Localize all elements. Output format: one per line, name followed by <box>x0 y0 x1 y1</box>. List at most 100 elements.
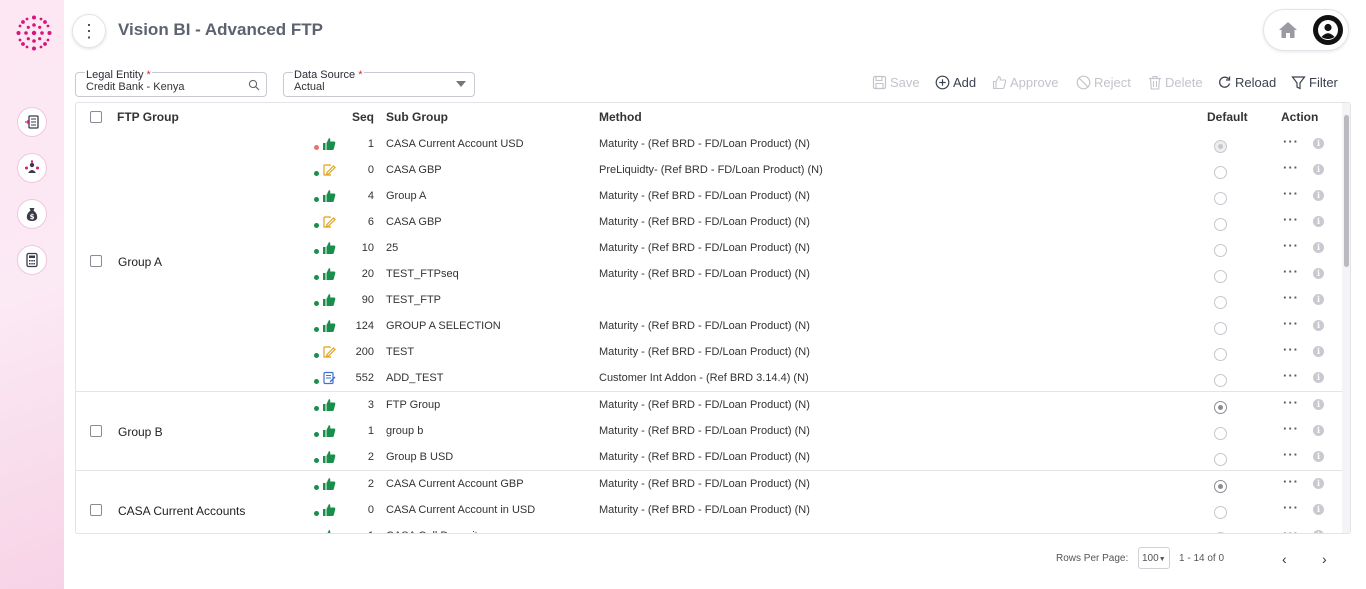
more-actions-icon[interactable]: ··· <box>1283 526 1299 533</box>
data-source-select[interactable]: Data Source * Actual <box>283 69 475 97</box>
info-icon[interactable]: i <box>1313 320 1324 331</box>
seq-cell: 124 <box>355 320 374 332</box>
table-row[interactable]: 6 CASA GBP Maturity - (Ref BRD - FD/Loan P… <box>76 209 1342 235</box>
prev-page-button[interactable]: ‹ <box>1282 551 1287 567</box>
table-row[interactable]: 90 TEST_FTP ··· i <box>76 287 1342 313</box>
more-actions-icon[interactable]: ··· <box>1283 290 1299 305</box>
reload-button[interactable]: Reload <box>1217 73 1276 91</box>
default-radio[interactable] <box>1214 348 1227 361</box>
table-row[interactable]: 552 ADD_TEST Customer Int Addon - (Ref BRD… <box>76 365 1342 391</box>
menu-button[interactable]: ⋮ <box>72 14 106 48</box>
column-method[interactable]: Method <box>599 110 642 124</box>
ftp-group-table: FTP Group Seq Sub Group Method Default A… <box>75 102 1351 534</box>
info-icon[interactable]: i <box>1313 530 1324 533</box>
table-row[interactable]: 1 group b Maturity - (Ref BRD - FD/Loan Pr… <box>76 418 1342 444</box>
add-button[interactable]: Add <box>935 73 976 91</box>
default-radio[interactable] <box>1214 480 1227 493</box>
info-icon[interactable]: i <box>1313 294 1324 305</box>
save-button[interactable]: Save <box>872 73 920 91</box>
table-row[interactable]: 10 25 Maturity - (Ref BRD - FD/Loan Produc… <box>76 235 1342 261</box>
default-radio[interactable] <box>1214 532 1227 533</box>
sidebar-item-network[interactable] <box>17 153 47 183</box>
column-sub-group[interactable]: Sub Group <box>386 110 448 124</box>
search-icon[interactable] <box>248 79 260 91</box>
seq-cell: 4 <box>367 190 374 202</box>
default-radio[interactable] <box>1214 506 1227 519</box>
table-row[interactable]: 3 FTP Group Maturity - (Ref BRD - FD/Loan … <box>76 392 1342 418</box>
default-radio[interactable] <box>1214 453 1227 466</box>
default-radio[interactable] <box>1214 296 1227 309</box>
reject-button[interactable]: Reject <box>1076 73 1131 91</box>
table-row[interactable]: 0 CASA GBP PreLiquidty- (Ref BRD - FD/Loan… <box>76 157 1342 183</box>
more-actions-icon[interactable]: ··· <box>1283 474 1299 489</box>
default-radio[interactable] <box>1214 192 1227 205</box>
more-actions-icon[interactable]: ··· <box>1283 160 1299 175</box>
table-row[interactable]: 4 Group A Maturity - (Ref BRD - FD/Loan Pr… <box>76 183 1342 209</box>
info-icon[interactable]: i <box>1313 372 1324 383</box>
approve-button[interactable]: Approve <box>992 73 1058 91</box>
info-icon[interactable]: i <box>1313 268 1324 279</box>
default-radio[interactable] <box>1214 244 1227 257</box>
info-icon[interactable]: i <box>1313 451 1324 462</box>
default-radio[interactable] <box>1214 270 1227 283</box>
delete-button[interactable]: Delete <box>1148 73 1203 91</box>
avatar[interactable] <box>1313 15 1343 45</box>
table-scrollbar[interactable] <box>1342 103 1350 533</box>
sunburst-logo-icon[interactable] <box>15 14 53 52</box>
table-row[interactable]: 1 CASA Current Account USD Maturity - (Ref… <box>76 131 1342 157</box>
table-row[interactable]: 2 CASA Current Account GBP Maturity - (Ref… <box>76 471 1342 497</box>
info-icon[interactable]: i <box>1313 190 1324 201</box>
table-row[interactable]: 20 TEST_FTPseq Maturity - (Ref BRD - FD/Lo… <box>76 261 1342 287</box>
default-radio[interactable] <box>1214 427 1227 440</box>
required-mark: * <box>358 69 363 81</box>
more-actions-icon[interactable]: ··· <box>1283 316 1299 331</box>
more-actions-icon[interactable]: ··· <box>1283 447 1299 462</box>
table-row[interactable]: 0 CASA Current Account in USD Maturity - (… <box>76 497 1342 523</box>
column-seq[interactable]: Seq <box>352 110 374 124</box>
table-row[interactable]: 124 GROUP A SELECTION Maturity - (Ref BRD … <box>76 313 1342 339</box>
scrollbar-thumb[interactable] <box>1344 115 1349 267</box>
table-row[interactable]: 200 TEST Maturity - (Ref BRD - FD/Loan Pro… <box>76 339 1342 365</box>
default-radio[interactable] <box>1214 374 1227 387</box>
more-actions-icon[interactable]: ··· <box>1283 212 1299 227</box>
seq-cell: 552 <box>355 372 374 384</box>
table-row[interactable]: 1 CASA Call Deposit ··· i <box>76 523 1342 533</box>
default-radio[interactable] <box>1214 218 1227 231</box>
more-actions-icon[interactable]: ··· <box>1283 368 1299 383</box>
more-actions-icon[interactable]: ··· <box>1283 342 1299 357</box>
default-radio[interactable] <box>1214 166 1227 179</box>
rows-per-page-select[interactable]: 100▼ <box>1138 547 1170 569</box>
info-icon[interactable]: i <box>1313 399 1324 410</box>
info-icon[interactable]: i <box>1313 164 1324 175</box>
more-actions-icon[interactable]: ··· <box>1283 421 1299 436</box>
home-icon[interactable] <box>1278 20 1298 40</box>
table-row[interactable]: 2 Group B USD Maturity - (Ref BRD - FD/Loa… <box>76 444 1342 470</box>
filter-button[interactable]: Filter <box>1291 73 1338 91</box>
more-actions-icon[interactable]: ··· <box>1283 238 1299 253</box>
more-actions-icon[interactable]: ··· <box>1283 500 1299 515</box>
info-icon[interactable]: i <box>1313 504 1324 515</box>
default-radio[interactable] <box>1214 322 1227 335</box>
sub-group-cell: TEST_FTP <box>386 294 442 306</box>
info-icon[interactable]: i <box>1313 216 1324 227</box>
vertical-dots-icon: ⋮ <box>80 20 98 41</box>
legal-entity-field[interactable]: Legal Entity * Credit Bank - Kenya <box>75 69 267 97</box>
default-radio[interactable] <box>1214 401 1227 414</box>
select-all-checkbox[interactable] <box>90 111 102 123</box>
sidebar-item-calculator[interactable] <box>17 245 47 275</box>
default-radio[interactable] <box>1214 140 1227 153</box>
info-icon[interactable]: i <box>1313 346 1324 357</box>
more-actions-icon[interactable]: ··· <box>1283 186 1299 201</box>
method-cell: Maturity - (Ref BRD - FD/Loan Product) (… <box>599 399 810 411</box>
info-icon[interactable]: i <box>1313 242 1324 253</box>
info-icon[interactable]: i <box>1313 478 1324 489</box>
sidebar-item-export[interactable] <box>17 107 47 137</box>
info-icon[interactable]: i <box>1313 425 1324 436</box>
column-ftp-group[interactable]: FTP Group <box>117 110 179 124</box>
info-icon[interactable]: i <box>1313 138 1324 149</box>
more-actions-icon[interactable]: ··· <box>1283 264 1299 279</box>
more-actions-icon[interactable]: ··· <box>1283 134 1299 149</box>
sidebar-item-money[interactable]: $ <box>17 199 47 229</box>
next-page-button[interactable]: › <box>1322 551 1327 567</box>
more-actions-icon[interactable]: ··· <box>1283 395 1299 410</box>
